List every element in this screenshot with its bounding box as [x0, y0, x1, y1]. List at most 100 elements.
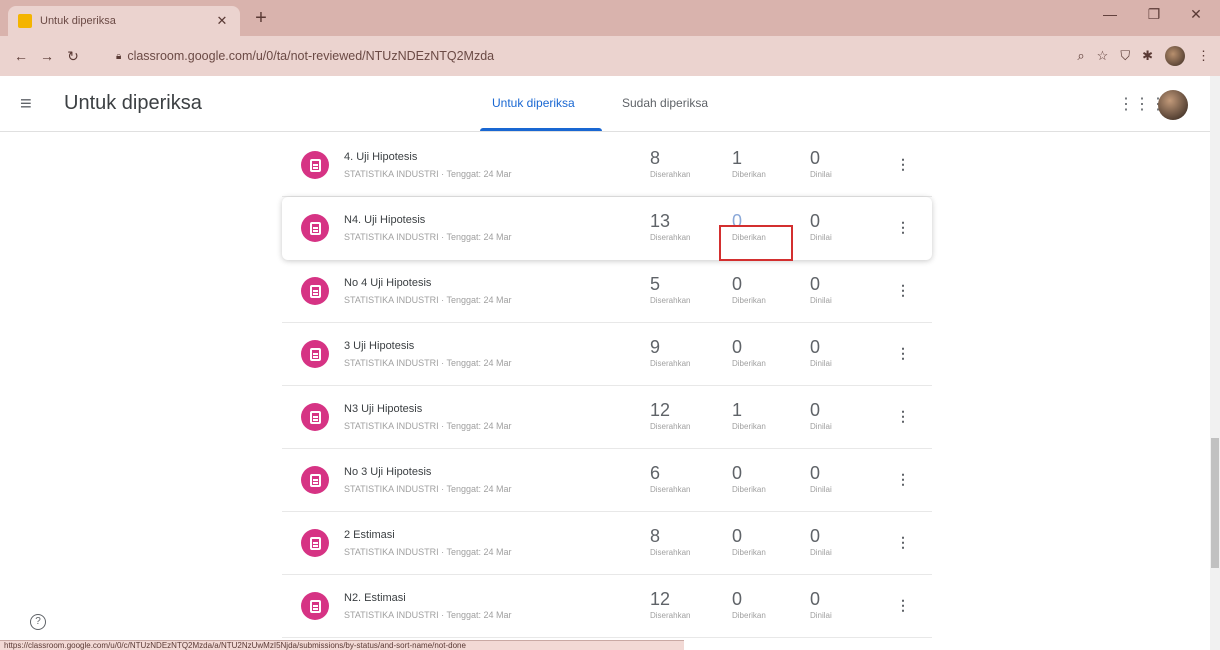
submitted-stat[interactable]: 5 Diserahkan: [650, 274, 720, 305]
scrollbar-thumb[interactable]: [1211, 438, 1219, 568]
assignment-title: N4. Uji Hipotesis: [344, 214, 426, 226]
more-options-icon[interactable]: ⋮: [896, 408, 910, 425]
window-close-icon[interactable]: ✕: [1180, 6, 1212, 23]
list-item[interactable]: N2. Estimasi STATISTIKA INDUSTRI · Tengg…: [282, 575, 932, 638]
reload-icon[interactable]: ↻: [60, 48, 86, 65]
graded-count: 0: [810, 589, 821, 609]
graded-label: Dinilai: [810, 422, 832, 431]
graded-stat[interactable]: 0 Dinilai: [810, 463, 880, 494]
assigned-count: 1: [732, 400, 743, 420]
list-item[interactable]: 3 Uji Hipotesis STATISTIKA INDUSTRI · Te…: [282, 323, 932, 386]
list-item[interactable]: No 3 Uji Hipotesis STATISTIKA INDUSTRI ·…: [282, 449, 932, 512]
submitted-count: 12: [650, 589, 671, 609]
assignment-subtitle: STATISTIKA INDUSTRI · Tenggat: 24 Mar: [344, 547, 512, 557]
assigned-stat[interactable]: 0 Diberikan: [732, 526, 802, 557]
assignment-subtitle: STATISTIKA INDUSTRI · Tenggat: 24 Mar: [344, 169, 512, 179]
assignment-icon: [301, 529, 329, 557]
lock-icon: 🔒︎: [116, 50, 122, 62]
assignment-subtitle: STATISTIKA INDUSTRI · Tenggat: 24 Mar: [344, 232, 512, 242]
more-options-icon[interactable]: ⋮: [896, 345, 910, 362]
submitted-label: Diserahkan: [650, 170, 691, 179]
more-options-icon[interactable]: ⋮: [896, 597, 910, 614]
assigned-count: 0: [732, 337, 743, 357]
tab-untuk-diperiksa[interactable]: Untuk diperiksa: [492, 96, 575, 110]
graded-stat[interactable]: 0 Dinilai: [810, 148, 880, 179]
assignment-subtitle: STATISTIKA INDUSTRI · Tenggat: 24 Mar: [344, 295, 512, 305]
assigned-stat[interactable]: 0 Diberikan: [732, 337, 802, 368]
close-tab-icon[interactable]: ✕: [214, 13, 230, 29]
bookmark-star-icon[interactable]: ☆: [1097, 48, 1109, 64]
more-options-icon[interactable]: ⋮: [896, 219, 910, 236]
zoom-icon[interactable]: ⌕: [1077, 48, 1084, 64]
browser-menu-icon[interactable]: ⋮: [1197, 48, 1210, 64]
list-item[interactable]: N4. Uji Hipotesis STATISTIKA INDUSTRI · …: [282, 197, 932, 260]
submitted-label: Diserahkan: [650, 611, 691, 620]
more-options-icon[interactable]: ⋮: [896, 471, 910, 488]
maximize-icon[interactable]: ❐: [1138, 6, 1170, 23]
submitted-stat[interactable]: 8 Diserahkan: [650, 526, 720, 557]
address-bar[interactable]: 🔒︎ classroom.google.com/u/0/ta/not-revie…: [108, 42, 1108, 70]
assignment-subtitle: STATISTIKA INDUSTRI · Tenggat: 24 Mar: [344, 358, 512, 368]
graded-stat[interactable]: 0 Dinilai: [810, 211, 880, 242]
graded-stat[interactable]: 0 Dinilai: [810, 274, 880, 305]
submitted-stat[interactable]: 8 Diserahkan: [650, 148, 720, 179]
browser-tab-bar: Untuk diperiksa ✕ + — ❐ ✕: [0, 0, 1220, 36]
more-options-icon[interactable]: ⋮: [896, 282, 910, 299]
list-item[interactable]: N3 Uji Hipotesis STATISTIKA INDUSTRI · T…: [282, 386, 932, 449]
toolbar-icons: ⌕ ☆ ⛉ ✱ ⋮: [1077, 36, 1210, 76]
assigned-label: Diberikan: [732, 296, 766, 305]
assignment-title: N3 Uji Hipotesis: [344, 403, 423, 415]
graded-stat[interactable]: 0 Dinilai: [810, 400, 880, 431]
assigned-stat[interactable]: 1 Diberikan: [732, 400, 802, 431]
list-item[interactable]: No 4 Uji Hipotesis STATISTIKA INDUSTRI ·…: [282, 260, 932, 323]
submitted-stat[interactable]: 6 Diserahkan: [650, 463, 720, 494]
submitted-count: 5: [650, 274, 661, 294]
minimize-icon[interactable]: —: [1094, 6, 1126, 22]
graded-stat[interactable]: 0 Dinilai: [810, 337, 880, 368]
profile-avatar[interactable]: [1165, 46, 1185, 66]
assignment-icon: [301, 214, 329, 242]
assigned-label: Diberikan: [732, 359, 766, 368]
assigned-count: 1: [732, 148, 743, 168]
assigned-stat[interactable]: 0 Diberikan: [732, 274, 802, 305]
submitted-label: Diserahkan: [650, 233, 691, 242]
submitted-stat[interactable]: 12 Diserahkan: [650, 400, 720, 431]
highlight-annotation-box: [719, 225, 793, 261]
forward-icon[interactable]: →: [34, 48, 60, 64]
assigned-label: Diberikan: [732, 170, 766, 179]
assigned-count: 0: [732, 274, 743, 294]
list-item[interactable]: 2 Estimasi STATISTIKA INDUSTRI · Tenggat…: [282, 512, 932, 575]
tab-title: Untuk diperiksa: [40, 15, 116, 27]
more-options-icon[interactable]: ⋮: [896, 156, 910, 173]
url-text: classroom.google.com/u/0/ta/not-reviewed…: [127, 49, 495, 63]
back-icon[interactable]: ←: [8, 48, 34, 64]
assignment-subtitle: STATISTIKA INDUSTRI · Tenggat: 24 Mar: [344, 484, 512, 494]
assigned-label: Diberikan: [732, 611, 766, 620]
submitted-stat[interactable]: 12 Diserahkan: [650, 589, 720, 620]
list-item[interactable]: 4. Uji Hipotesis STATISTIKA INDUSTRI · T…: [282, 134, 932, 197]
help-icon[interactable]: ?: [30, 614, 46, 630]
tab-sudah-diperiksa[interactable]: Sudah diperiksa: [622, 96, 708, 110]
browser-tab[interactable]: Untuk diperiksa ✕: [8, 6, 240, 36]
graded-count: 0: [810, 211, 821, 231]
graded-stat[interactable]: 0 Dinilai: [810, 589, 880, 620]
assignment-icon: [301, 592, 329, 620]
assignment-list: 4. Uji Hipotesis STATISTIKA INDUSTRI · T…: [282, 134, 932, 638]
more-options-icon[interactable]: ⋮: [896, 534, 910, 551]
new-tab-button[interactable]: +: [250, 8, 272, 30]
assigned-label: Diberikan: [732, 422, 766, 431]
assignment-icon: [301, 277, 329, 305]
submitted-stat[interactable]: 9 Diserahkan: [650, 337, 720, 368]
extension-shield-icon[interactable]: ⛉: [1120, 48, 1130, 64]
assigned-stat[interactable]: 0 Diberikan: [732, 463, 802, 494]
extensions-puzzle-icon[interactable]: ✱: [1142, 48, 1153, 64]
submitted-stat[interactable]: 13 Diserahkan: [650, 211, 720, 242]
avatar[interactable]: [1158, 90, 1188, 120]
graded-count: 0: [810, 274, 821, 294]
assigned-stat[interactable]: 1 Diberikan: [732, 148, 802, 179]
hamburger-menu-icon[interactable]: ≡: [20, 93, 32, 116]
assigned-stat[interactable]: 0 Diberikan: [732, 589, 802, 620]
graded-count: 0: [810, 400, 821, 420]
graded-stat[interactable]: 0 Dinilai: [810, 526, 880, 557]
assigned-label: Diberikan: [732, 548, 766, 557]
